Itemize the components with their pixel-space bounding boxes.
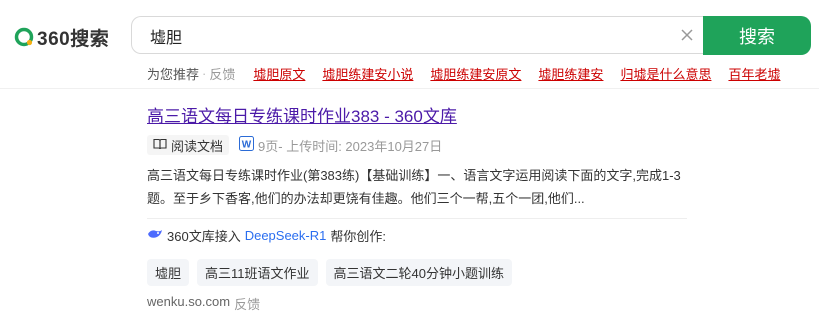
search-result: 高三语文每日专练课时作业383 - 360文库 阅读文档 W 9页 - 上传时间… [147, 105, 692, 313]
recommend-item[interactable]: 墟胆练建安 [538, 64, 603, 83]
deepseek-icon [147, 228, 163, 243]
upload-time: - 上传时间: 2023年10月27日 [278, 138, 443, 154]
recommend-feedback-link[interactable]: 反馈 [209, 64, 235, 83]
recommend-separator: · [202, 66, 207, 81]
recommend-item[interactable]: 墟胆原文 [253, 64, 305, 83]
read-document-button[interactable]: 阅读文档 [147, 135, 230, 155]
logo-text: 360搜索 [37, 28, 110, 50]
ai-prefix: 360文库接入 [167, 229, 241, 244]
ai-model-link[interactable]: DeepSeek-R1 [245, 228, 327, 243]
recommend-item[interactable]: 墟胆练建安原文 [430, 64, 521, 83]
ai-suffix: 帮你创作: [330, 229, 386, 244]
divider [147, 218, 687, 219]
recommend-item[interactable]: 归墟是什么意思 [620, 64, 711, 83]
tag-list: 墟胆 高三11班语文作业 高三语文二轮40分钟小题训练 [147, 259, 692, 286]
svg-text:W: W [242, 140, 252, 151]
logo[interactable]: 360搜索 [14, 24, 109, 50]
result-source: wenku.so.com 反馈 [147, 294, 692, 313]
recommend-title: 为您推荐 [147, 67, 200, 82]
result-meta: 阅读文档 W 9页 - 上传时间: 2023年10月27日 [147, 135, 692, 155]
book-icon [153, 138, 167, 153]
read-document-label: 阅读文档 [171, 138, 224, 154]
word-doc-icon: W [239, 136, 255, 154]
tag-item[interactable]: 高三语文二轮40分钟小题训练 [325, 259, 512, 286]
tag-item[interactable]: 墟胆 [147, 259, 190, 286]
360-logo-icon [14, 27, 34, 47]
search-button[interactable]: 搜索 [703, 16, 811, 55]
clear-icon[interactable] [679, 27, 695, 43]
header: 360搜索 搜索 为您推荐 · 反馈 墟胆原文 墟胆练建安小说 墟胆练建安原文 … [0, 0, 819, 89]
recommend-item[interactable]: 墟胆练建安小说 [322, 64, 413, 83]
tag-item[interactable]: 高三11班语文作业 [197, 259, 318, 286]
recommend-bar: 为您推荐 · 反馈 墟胆原文 墟胆练建安小说 墟胆练建安原文 墟胆练建安 归墟是… [147, 64, 797, 83]
ai-promo: 360文库接入 DeepSeek-R1 帮你创作: [147, 226, 692, 245]
source-feedback-link[interactable]: 反馈 [234, 294, 260, 313]
search-input[interactable] [148, 26, 359, 46]
page-count: 9页 [258, 138, 279, 154]
result-snippet: 高三语文每日专练课时作业(第383练)【基础训练】一、语言文字运用阅读下面的文字… [147, 168, 681, 206]
recommend-item[interactable]: 百年老墟 [728, 64, 780, 83]
source-url: wenku.so.com [147, 294, 231, 309]
search-box [131, 16, 709, 54]
result-title-link[interactable]: 高三语文每日专练课时作业383 - 360文库 [147, 105, 692, 129]
